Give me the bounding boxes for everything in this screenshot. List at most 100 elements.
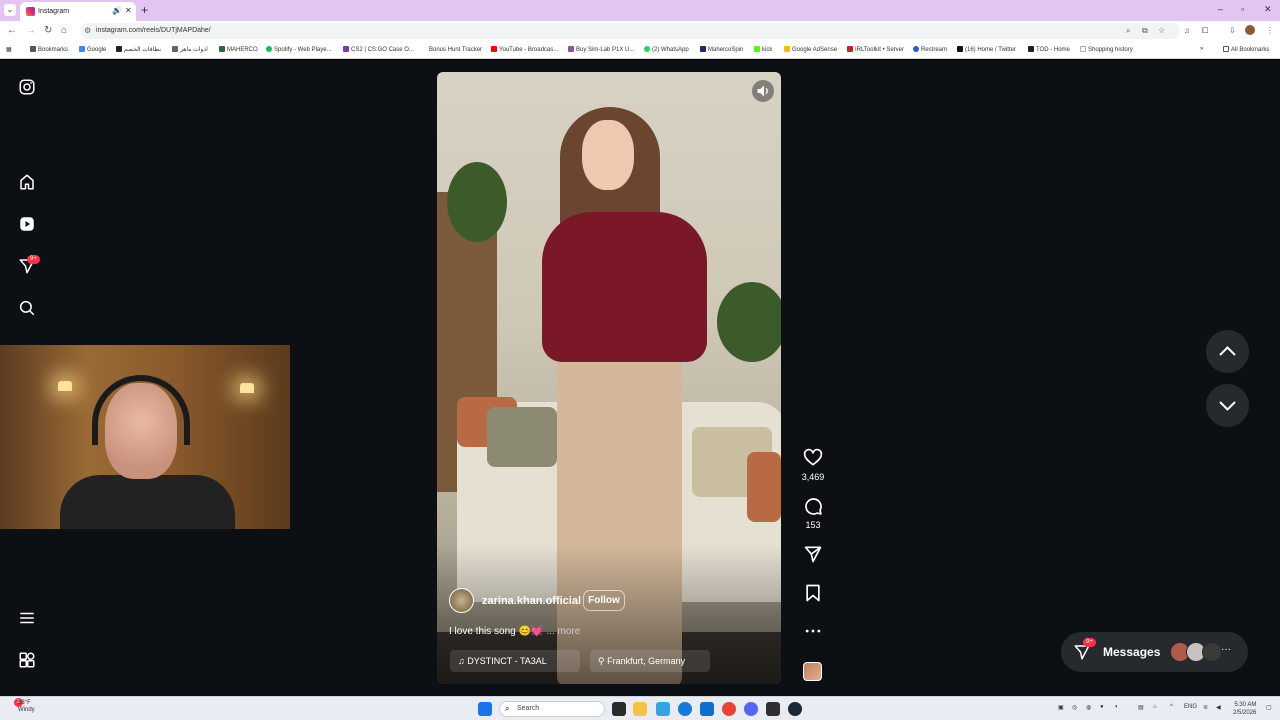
- bookmark-item[interactable]: Bonus Hunt Tracker: [421, 46, 482, 53]
- edge-icon[interactable]: [678, 702, 692, 716]
- instagram-favicon-icon: [26, 7, 35, 16]
- obs-icon[interactable]: [766, 702, 780, 716]
- file-explorer-icon[interactable]: [633, 702, 647, 716]
- author-username[interactable]: zarina.khan.official: [482, 595, 581, 607]
- maximize-button[interactable]: ▫: [1241, 4, 1244, 14]
- volume-icon[interactable]: ◀: [1216, 704, 1221, 711]
- taskbar-search-label: Search: [517, 705, 540, 712]
- url-text[interactable]: instagram.com/reels/DUTjMAPDahe/: [96, 27, 211, 34]
- menu-icon[interactable]: [18, 609, 36, 627]
- avatar: [1202, 642, 1222, 662]
- tray-icon[interactable]: ▤: [1138, 704, 1144, 711]
- bookmark-item[interactable]: Google AdSense: [784, 46, 837, 53]
- more-options-icon[interactable]: [803, 621, 823, 641]
- new-tab-button[interactable]: +: [141, 3, 148, 17]
- tray-icon[interactable]: ▣: [1058, 704, 1064, 711]
- media-control-icon[interactable]: ♫: [1184, 26, 1190, 35]
- tray-chevron-icon[interactable]: ^: [1170, 704, 1173, 710]
- weather-temp: 33°F: [18, 700, 31, 706]
- tray-icon[interactable]: ◑: [1114, 704, 1118, 710]
- extensions-icon[interactable]: ⧠: [1202, 26, 1208, 36]
- headphones-icon: [92, 375, 190, 445]
- bookmark-item[interactable]: (16) Home / Twitter: [957, 46, 1016, 53]
- save-bookmark-icon[interactable]: [803, 583, 823, 603]
- bookmark-item[interactable]: (2) WhatsApp: [644, 46, 689, 53]
- wifi-icon[interactable]: ≋: [1203, 704, 1208, 711]
- reels-icon[interactable]: [18, 215, 36, 233]
- reload-icon[interactable]: ↻: [44, 25, 52, 36]
- audio-chip[interactable]: ♫ DYSTINCT - TA3AL: [450, 650, 580, 672]
- follow-button[interactable]: Follow: [583, 590, 625, 611]
- back-icon[interactable]: ←: [7, 25, 17, 36]
- browser-menu-icon[interactable]: ⋮: [1266, 26, 1274, 35]
- instagram-logo-icon[interactable]: [18, 78, 36, 96]
- next-reel-button[interactable]: [1206, 384, 1249, 427]
- like-heart-icon[interactable]: [803, 448, 823, 468]
- windows-start-icon[interactable]: [478, 702, 492, 716]
- bookmark-item[interactable]: MahercoSpin: [700, 46, 743, 53]
- bookmark-star-icon[interactable]: ☆: [1158, 26, 1165, 35]
- bookmark-icon: [754, 46, 760, 52]
- store-icon[interactable]: [656, 702, 670, 716]
- discord-icon[interactable]: [744, 702, 758, 716]
- tray-icon[interactable]: ⌂: [1153, 704, 1157, 710]
- all-bookmarks-button[interactable]: All Bookmarks: [1223, 46, 1269, 53]
- clock[interactable]: 5:30 AM 2/5/2026: [1233, 701, 1256, 717]
- bookmark-item[interactable]: Shopping history: [1080, 46, 1133, 53]
- install-app-icon[interactable]: ⧉: [1142, 26, 1148, 36]
- caption-more-link[interactable]: ... more: [546, 626, 580, 637]
- bookmark-item[interactable]: Restream: [913, 46, 947, 53]
- tab-close-icon[interactable]: ✕: [125, 7, 132, 15]
- downloads-icon[interactable]: ⇩: [1229, 26, 1236, 35]
- bookmark-item[interactable]: بطاقات الخصم: [116, 46, 161, 53]
- profile-avatar[interactable]: [1245, 25, 1255, 35]
- bookmark-item[interactable]: TOD - Home: [1028, 46, 1070, 53]
- caption-text: I love this song 😊💓: [449, 626, 544, 637]
- task-view-icon[interactable]: [612, 702, 626, 716]
- apps-grid-icon[interactable]: ▦: [6, 46, 12, 53]
- apps-icon[interactable]: [18, 651, 36, 669]
- bookmark-item[interactable]: YouTube - Broadcas...: [491, 46, 558, 53]
- bookmark-item[interactable]: Buy Sim-Lab P1X U...: [568, 46, 634, 53]
- audio-thumbnail[interactable]: [803, 662, 822, 681]
- browser-tab[interactable]: Instagram 🔊 ✕: [20, 2, 136, 21]
- steam-icon[interactable]: [788, 702, 802, 716]
- weather-widget[interactable]: 33°F Windy: [18, 700, 35, 714]
- bookmark-icon: [79, 46, 85, 52]
- bookmark-item[interactable]: Spotify - Web Playe...: [266, 46, 332, 53]
- messages-button[interactable]: 9+ Messages ···: [1061, 632, 1248, 672]
- author-avatar[interactable]: [449, 588, 474, 613]
- tray-icon[interactable]: ◎: [1072, 704, 1077, 711]
- notifications-icon[interactable]: ▢: [1266, 704, 1272, 711]
- share-icon[interactable]: [803, 544, 823, 564]
- location-chip[interactable]: ⚲ Frankfurt, Germany: [590, 650, 710, 672]
- home-icon[interactable]: [18, 173, 36, 191]
- speaker-icon[interactable]: 🔊: [112, 7, 122, 15]
- home-icon[interactable]: ⌂: [61, 25, 67, 36]
- mute-button[interactable]: [752, 80, 774, 102]
- minimize-button[interactable]: –: [1218, 4, 1223, 14]
- site-info-icon[interactable]: ⚙: [84, 26, 91, 35]
- bookmark-item[interactable]: Google: [79, 46, 106, 53]
- bookmark-item[interactable]: kick: [754, 46, 772, 53]
- bookmark-item[interactable]: Bookmarks: [30, 46, 68, 53]
- search-icon[interactable]: [18, 299, 36, 317]
- chrome-icon[interactable]: [722, 702, 736, 716]
- bookmark-item[interactable]: IRLToolkit • Server: [847, 46, 904, 53]
- omnibox[interactable]: ⚙ instagram.com/reels/DUTjMAPDahe/ ⌕ ⧉ ☆: [80, 23, 1180, 39]
- comment-icon[interactable]: [803, 496, 823, 516]
- bookmark-item[interactable]: ادوات ماهر: [172, 46, 208, 53]
- taskbar-search[interactable]: ⌕ Search: [499, 701, 605, 717]
- outlook-icon[interactable]: [700, 702, 714, 716]
- forward-icon[interactable]: →: [26, 25, 36, 36]
- bookmarks-overflow-button[interactable]: »: [1200, 46, 1203, 52]
- tray-icon[interactable]: ●: [1100, 704, 1104, 710]
- close-window-button[interactable]: ✕: [1264, 4, 1272, 15]
- tab-search-button[interactable]: ⌄: [4, 4, 16, 16]
- bookmark-item[interactable]: MAHERCO: [219, 46, 258, 53]
- previous-reel-button[interactable]: [1206, 330, 1249, 373]
- bookmark-item[interactable]: CS2 | CS:GO Case O...: [343, 46, 414, 53]
- language-indicator[interactable]: ENG: [1184, 704, 1197, 710]
- zoom-icon[interactable]: ⌕: [1126, 26, 1130, 36]
- tray-icon[interactable]: ◍: [1086, 704, 1091, 711]
